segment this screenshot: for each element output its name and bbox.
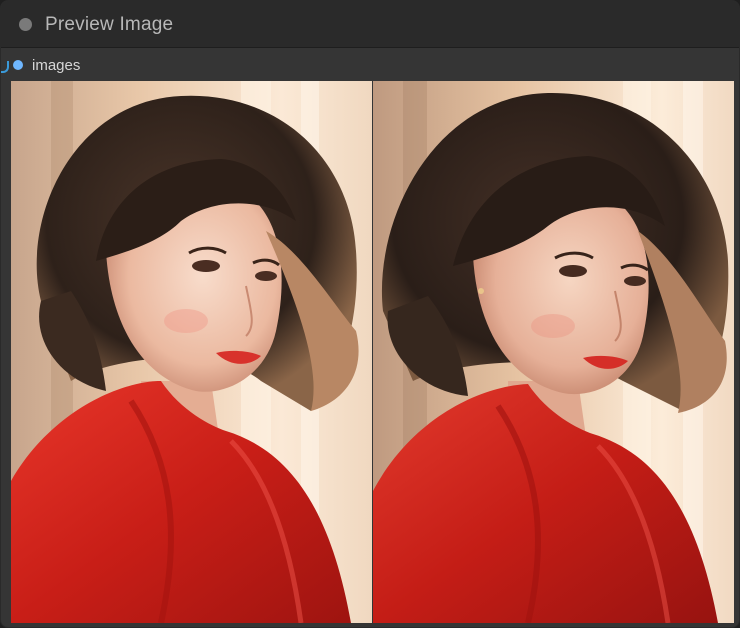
preview-image-1[interactable] xyxy=(11,81,372,623)
images-input-label: images xyxy=(32,57,81,74)
input-link-wire xyxy=(1,61,9,73)
portrait-image-1 xyxy=(11,81,372,623)
collapse-toggle-icon[interactable] xyxy=(19,18,32,31)
portrait-image-2 xyxy=(373,81,734,623)
images-input-socket[interactable] xyxy=(13,60,23,70)
node-header[interactable]: Preview Image xyxy=(1,1,739,48)
preview-image-node[interactable]: Preview Image images xyxy=(0,0,740,628)
preview-image-2[interactable] xyxy=(373,81,734,623)
node-title: Preview Image xyxy=(45,14,174,35)
